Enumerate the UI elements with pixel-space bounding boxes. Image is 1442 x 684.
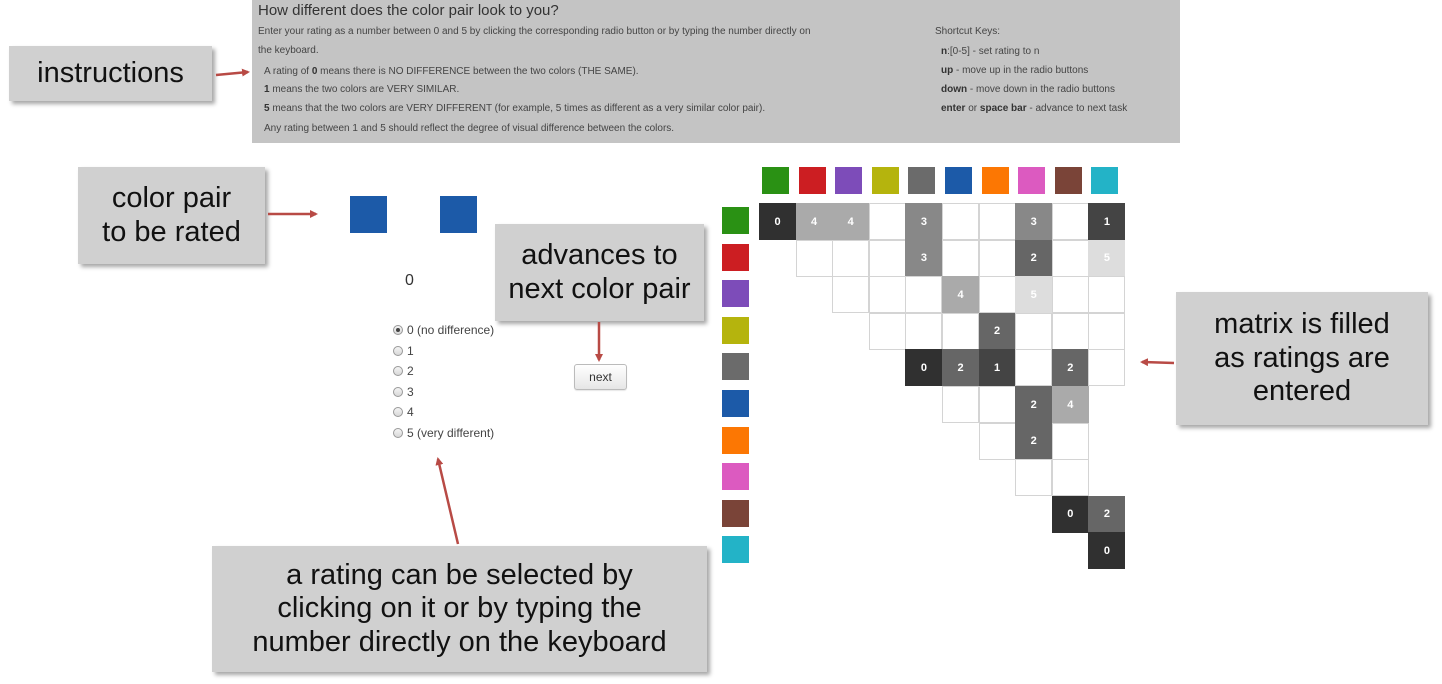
arrow-to-matrix [1140,358,1175,367]
arrow-to-instructions [215,68,250,77]
callout-arrows [215,68,1175,545]
arrow-to-radio-group [435,457,460,545]
